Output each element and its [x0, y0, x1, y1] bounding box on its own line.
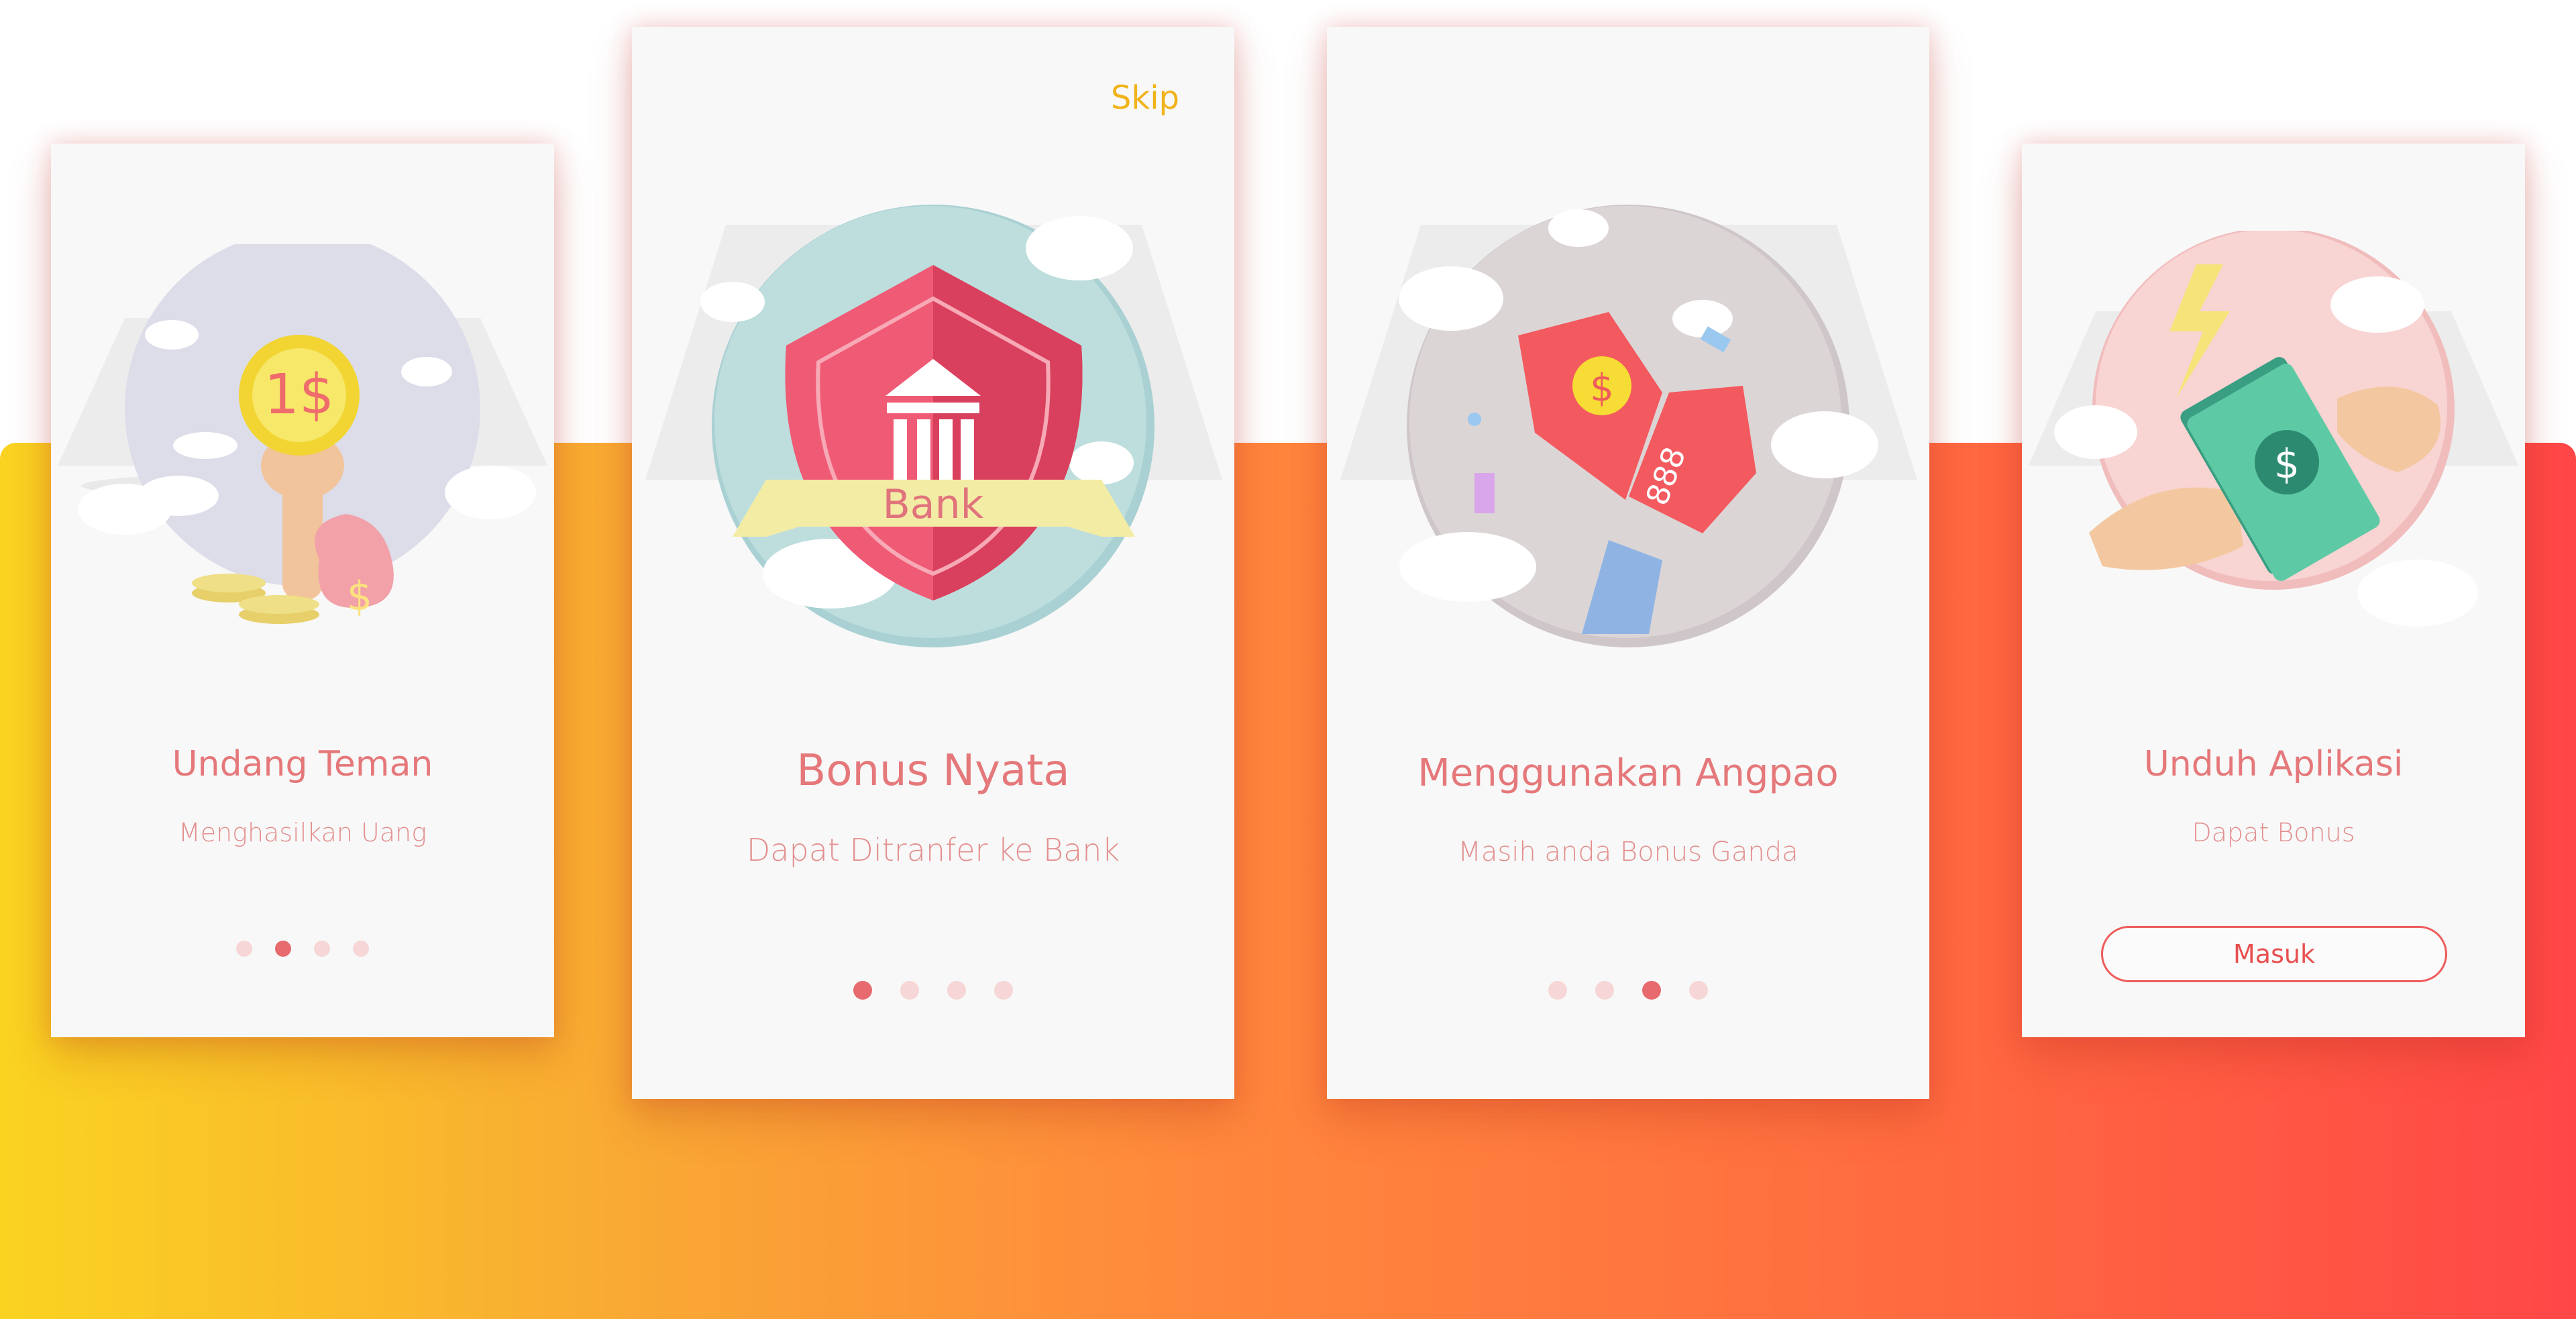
skip-button[interactable]: Skip — [1111, 79, 1179, 117]
bank-shield-icon: Bank — [645, 205, 1222, 647]
card-subtitle: Dapat Bonus — [2192, 818, 2355, 847]
onboarding-card-bonus: Skip Bank Bonus Nyata Dapat Ditranfer ke… — [632, 27, 1234, 1099]
masuk-button[interactable]: Masuk — [2101, 926, 2447, 982]
red-envelope-icon: $ 888 — [1340, 205, 1917, 647]
pagination-dot[interactable] — [314, 941, 330, 957]
card-subtitle: Menghasilkan Uang — [178, 818, 427, 847]
pagination-dot[interactable] — [1548, 981, 1567, 1000]
pagination-dot-active[interactable] — [1642, 981, 1661, 1000]
pagination-dot[interactable] — [1595, 981, 1614, 1000]
onboarding-card-invite: 1$ $ Undang Teman Menghasilkan Uang — [51, 144, 554, 1037]
svg-text:$: $ — [347, 573, 372, 620]
pagination-dot[interactable] — [900, 981, 919, 1000]
onboarding-card-angpao: $ 888 Menggunakan Angpao Masih anda Bonu… — [1327, 27, 1929, 1099]
coin-hand-icon: 1$ $ — [58, 244, 547, 624]
cash-handover-icon: $ — [2029, 231, 2518, 627]
card-title: Menggunakan Angpao — [1417, 751, 1839, 795]
svg-text:$: $ — [1590, 366, 1614, 410]
pagination-dot[interactable] — [1689, 981, 1708, 1000]
pagination-dot[interactable] — [236, 941, 252, 957]
card-title: Bonus Nyata — [796, 746, 1070, 796]
card-title: Undang Teman — [172, 744, 433, 784]
card-subtitle: Dapat Ditranfer ke Bank — [746, 832, 1120, 868]
svg-text:1$: 1$ — [264, 363, 334, 427]
pagination-dots — [632, 981, 1234, 1000]
svg-text:Bank: Bank — [883, 481, 984, 528]
card-title: Unduh Aplikasi — [2143, 744, 2404, 784]
onboarding-card-download: $ Unduh Aplikasi Dapat Bonus Masuk — [2022, 144, 2525, 1037]
pagination-dots — [1327, 981, 1929, 1000]
svg-text:$: $ — [2274, 441, 2300, 488]
card-subtitle: Masih anda Bonus Ganda — [1458, 837, 1799, 867]
pagination-dot[interactable] — [994, 981, 1013, 1000]
pagination-dot-active[interactable] — [275, 941, 291, 957]
pagination-dot[interactable] — [947, 981, 966, 1000]
pagination-dot[interactable] — [353, 941, 369, 957]
pagination-dot-active[interactable] — [853, 981, 872, 1000]
pagination-dots — [51, 941, 554, 957]
